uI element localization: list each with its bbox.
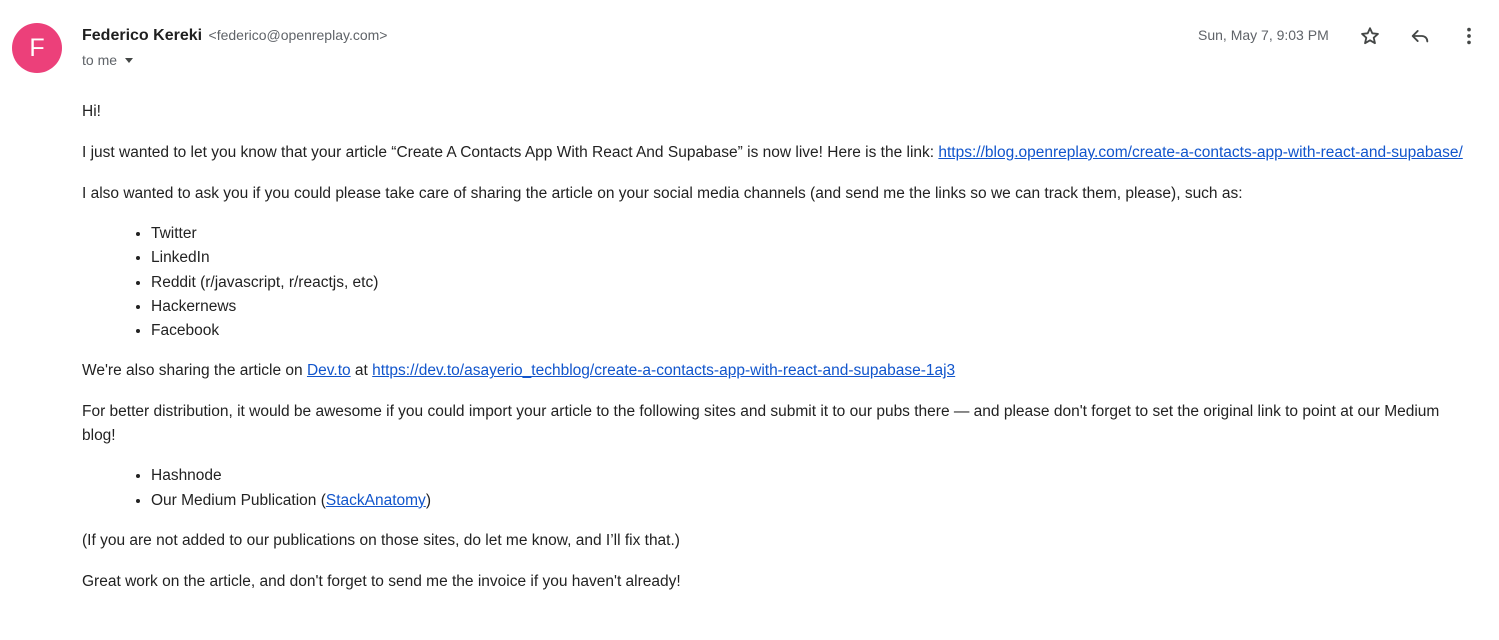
greeting: Hi! <box>82 103 101 120</box>
medium-suffix: ) <box>425 491 431 509</box>
stackanatomy-link[interactable]: StackAnatomy <box>326 492 426 509</box>
devto-article-link[interactable]: https://dev.to/asayerio_techblog/create-… <box>372 362 955 379</box>
paragraph-distribution: For better distribution, it would be awe… <box>82 403 1440 445</box>
sites-list: Hashnode Our Medium Publication (StackAn… <box>82 464 1472 513</box>
sender-email: <federico@openreplay.com> <box>208 27 388 43</box>
recipient-details-toggle[interactable]: to me <box>82 50 134 70</box>
sender-name[interactable]: Federico Kereki <box>82 27 202 44</box>
list-item: Hashnode <box>151 464 1472 488</box>
devto-mid: at <box>350 362 373 380</box>
paragraph-publications-note: (If you are not added to our publication… <box>82 532 680 550</box>
avatar[interactable]: F <box>12 23 62 73</box>
article-link[interactable]: https://blog.openreplay.com/create-a-con… <box>938 144 1462 161</box>
medium-prefix: Our Medium Publication ( <box>151 491 326 509</box>
list-item: Hackernews <box>151 295 1472 319</box>
paragraph-article-live-text: I just wanted to let you know that your … <box>82 144 939 161</box>
paragraph-closing: Great work on the article, and don't for… <box>82 573 681 591</box>
to-label: to me <box>82 52 118 68</box>
devto-link[interactable]: Dev.to <box>307 362 351 379</box>
more-vert-icon <box>1467 27 1471 45</box>
sender-line: Federico Kereki <federico@openreplay.com… <box>82 25 387 46</box>
chevron-down-icon <box>125 58 134 63</box>
list-item: Twitter <box>151 222 1472 246</box>
list-item: Facebook <box>151 319 1472 343</box>
reply-icon <box>1411 30 1429 43</box>
list-item: Our Medium Publication (StackAnatomy) <box>151 489 1472 513</box>
email-body: Hi! I just wanted to let you know that y… <box>82 100 1472 611</box>
paragraph-devto: We're also sharing the article on Dev.to… <box>82 359 1472 383</box>
devto-prefix: We're also sharing the article on <box>82 362 307 380</box>
star-icon <box>1361 27 1379 45</box>
social-media-list: Twitter LinkedIn Reddit (r/javascript, r… <box>82 222 1472 343</box>
reply-button[interactable] <box>1406 22 1434 50</box>
star-button[interactable] <box>1356 22 1384 50</box>
paragraph-article-live: I just wanted to let you know that your … <box>82 141 1472 165</box>
list-item: Reddit (r/javascript, r/reactjs, etc) <box>151 271 1472 295</box>
paragraph-social-request: I also wanted to ask you if you could pl… <box>82 185 1243 202</box>
list-item: LinkedIn <box>151 246 1472 270</box>
timestamp: Sun, May 7, 9:03 PM <box>1198 27 1329 43</box>
avatar-letter: F <box>29 33 45 62</box>
more-options-button[interactable] <box>1455 22 1483 50</box>
